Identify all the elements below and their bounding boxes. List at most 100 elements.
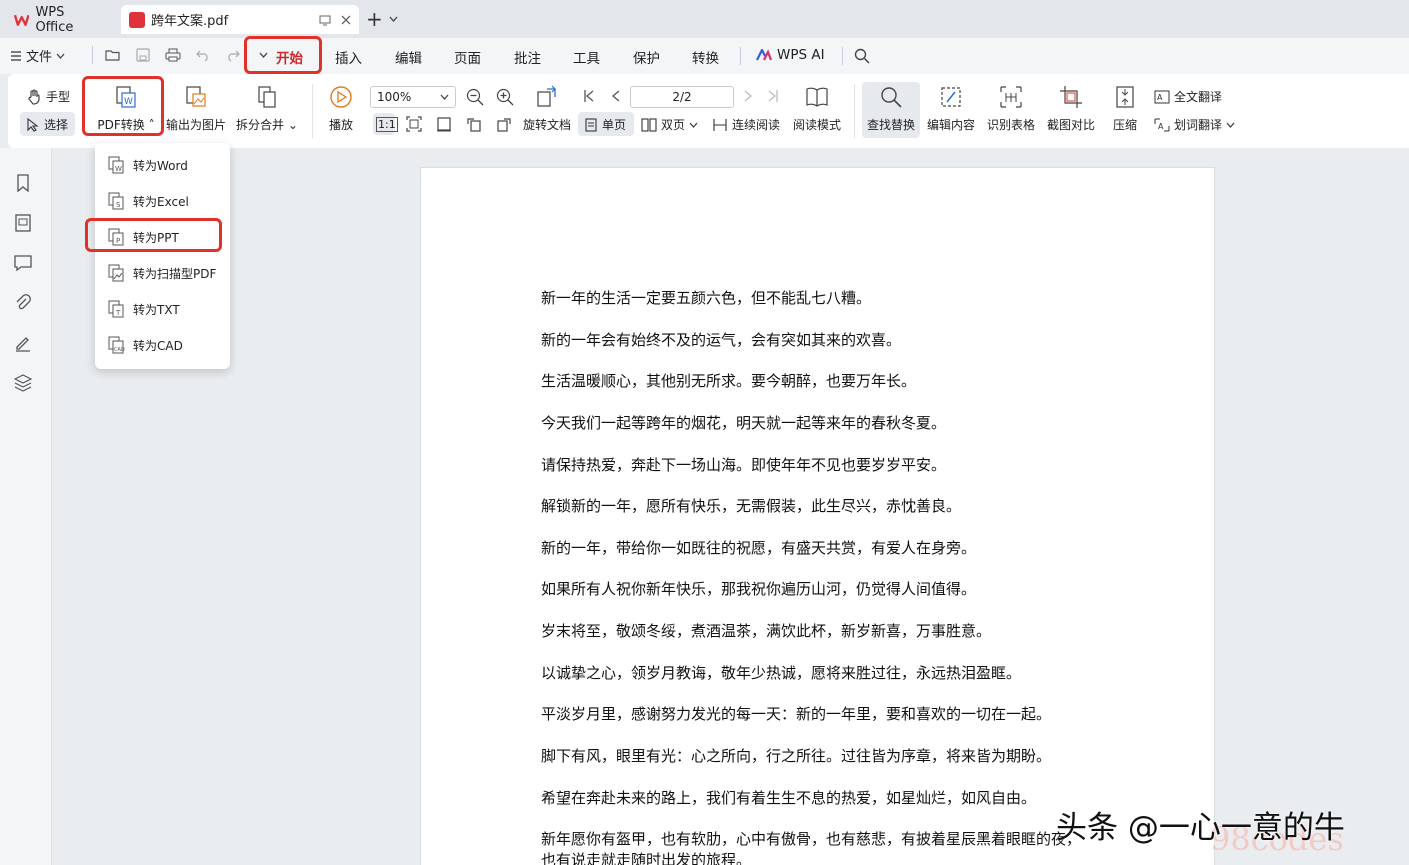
layers-icon[interactable]	[14, 374, 32, 392]
rotate-left-icon[interactable]	[466, 116, 482, 132]
last-page-icon[interactable]	[766, 88, 780, 104]
open-folder-icon[interactable]	[103, 44, 123, 66]
new-tab-button[interactable]: +	[366, 9, 398, 29]
export-image-icon	[186, 86, 206, 107]
page-number-input[interactable]: 2/2	[630, 86, 734, 108]
edit-content-icon	[941, 87, 961, 107]
zoom-select[interactable]: 100%	[370, 86, 456, 108]
screenshot-compare-button[interactable]: 截图对比	[1044, 84, 1098, 133]
next-page-icon[interactable]	[742, 88, 754, 104]
split-merge-button[interactable]: 拆分合并 ⌄	[236, 84, 298, 133]
convert-to-scanned-pdf-item[interactable]: 转为扫描型PDF	[107, 262, 216, 284]
export-image-label: 输出为图片	[166, 118, 227, 132]
fit-width-icon[interactable]	[436, 116, 452, 132]
menu-tab-page[interactable]: 页面	[454, 47, 481, 67]
convert-to-cad-item[interactable]: CAD 转为CAD	[107, 334, 183, 356]
file-menu[interactable]: 文件	[10, 46, 65, 65]
document-line: 以诚挚之心，领岁月教诲，敬年少热诚，愿将来胜过往，永远热泪盈眶。	[541, 664, 1022, 682]
play-label: 播放	[328, 118, 353, 132]
menu-tab-insert[interactable]: 插入	[335, 47, 362, 67]
chevron-down-icon	[389, 16, 398, 22]
document-line: 解锁新的一年，愿所有快乐，无需假装，此生尽兴，赤忱善良。	[541, 497, 962, 515]
menu-tab-comment[interactable]: 批注	[514, 47, 541, 67]
menu-tab-edit[interactable]: 编辑	[395, 47, 422, 67]
find-replace-button[interactable]: 查找替换	[864, 84, 918, 133]
signature-icon[interactable]	[14, 334, 32, 352]
continuous-reading-label: 连续阅读	[732, 118, 781, 132]
convert-to-txt-item[interactable]: T 转为TXT	[107, 298, 180, 320]
continuous-reading-button[interactable]: 连续阅读	[712, 116, 780, 133]
window-icon[interactable]	[319, 14, 331, 26]
undo-icon[interactable]	[193, 44, 213, 66]
document-line: 新一年的生活一定要五颜六色，但不能乱七八糟。	[541, 289, 872, 307]
document-line: 今天我们一起等跨年的烟花，明天就一起等来年的春秋冬夏。	[541, 414, 947, 432]
menu-tab-wps-ai[interactable]: WPS AI	[756, 47, 825, 63]
document-tab-label: 跨年文案.pdf	[151, 14, 229, 29]
convert-to-word-item[interactable]: W 转为Word	[107, 154, 188, 176]
screenshot-compare-label: 截图对比	[1046, 118, 1095, 132]
author-watermark: 头条 @一心一意的牛	[1056, 810, 1345, 846]
single-page-icon	[585, 117, 597, 132]
document-line: 平淡岁月里，感谢努力发光的每一天：新的一年里，要和喜欢的一切在一起。	[541, 705, 1052, 723]
highlight-convert-to-ppt	[85, 218, 222, 252]
svg-text:T: T	[115, 309, 121, 317]
compress-button[interactable]: 压缩	[1104, 84, 1146, 133]
single-page-button[interactable]: 单页	[584, 116, 626, 133]
convert-to-txt-label: 转为TXT	[133, 302, 180, 317]
document-line: 新的一年，带给你一如既往的祝愿，有盛天共赏，有爱人在身旁。	[541, 539, 977, 557]
document-line: 也有说走就走随时出发的旅程。	[541, 851, 752, 865]
thumbnail-icon[interactable]	[14, 214, 32, 232]
menu-tab-convert[interactable]: 转换	[692, 47, 719, 67]
menu-tab-protect[interactable]: 保护	[633, 47, 660, 67]
find-replace-label: 查找替换	[866, 118, 915, 132]
word-translate-label: 划词翻译	[1174, 118, 1223, 132]
reading-mode-button[interactable]: 阅读模式	[790, 84, 844, 133]
zoom-out-icon[interactable]	[466, 88, 484, 106]
svg-text:A: A	[1158, 122, 1164, 131]
svg-text:S: S	[116, 201, 121, 209]
print-icon[interactable]	[163, 44, 183, 66]
title-bar: WPS Office 跨年文案.pdf +	[0, 0, 1409, 38]
convert-to-excel-item[interactable]: S 转为Excel	[107, 190, 189, 212]
document-tab[interactable]: 跨年文案.pdf	[121, 5, 359, 34]
book-icon	[806, 87, 828, 107]
rotate-right-icon[interactable]	[496, 116, 512, 132]
continuous-reading-icon	[713, 118, 727, 131]
edit-content-button[interactable]: 编辑内容	[924, 84, 978, 133]
first-page-icon[interactable]	[582, 88, 596, 104]
screenshot-compare-icon	[1060, 86, 1082, 108]
export-image-button[interactable]: 输出为图片	[166, 84, 226, 133]
full-translate-label: 全文翻译	[1174, 90, 1223, 104]
attachment-icon[interactable]	[14, 294, 32, 312]
save-icon[interactable]	[133, 44, 153, 66]
rotate-document-button[interactable]: 旋转文档	[520, 84, 574, 133]
pdf-page: 新一年的生活一定要五颜六色，但不能乱七八糟。 新的一年会有始终不及的运气，会有突…	[420, 167, 1215, 865]
bookmark-icon[interactable]	[14, 174, 32, 192]
redo-icon[interactable]	[223, 44, 243, 66]
actual-size-button[interactable]: 1:1	[376, 117, 398, 132]
recognize-table-button[interactable]: 识别表格	[984, 84, 1038, 133]
hamburger-icon	[11, 50, 21, 61]
split-merge-icon	[258, 86, 276, 108]
word-translate-button[interactable]: A 划词翻译	[1154, 116, 1235, 133]
rotate-document-label: 旋转文档	[522, 118, 571, 132]
zoom-in-icon[interactable]	[496, 88, 514, 106]
hand-icon	[28, 88, 40, 105]
double-page-button[interactable]: 双页	[641, 116, 698, 133]
menu-tab-tools[interactable]: 工具	[573, 47, 600, 67]
svg-text:CAD: CAD	[114, 347, 125, 353]
close-tab-icon[interactable]	[341, 15, 351, 25]
hand-tool-button[interactable]: 手型	[26, 88, 70, 105]
divider	[312, 84, 313, 138]
search-icon[interactable]	[854, 48, 870, 64]
previous-page-icon[interactable]	[610, 88, 622, 104]
word-doc-icon: W	[108, 156, 124, 174]
fit-page-icon[interactable]	[406, 116, 422, 132]
comment-icon[interactable]	[14, 254, 32, 272]
file-menu-label: 文件	[26, 50, 53, 65]
play-button[interactable]: 播放	[326, 84, 356, 133]
select-tool-button[interactable]: 选择	[26, 116, 68, 133]
full-translate-button[interactable]: A 全文翻译	[1154, 88, 1222, 105]
app-home-tab[interactable]: WPS Office	[6, 5, 112, 35]
wps-ai-icon	[756, 49, 772, 61]
